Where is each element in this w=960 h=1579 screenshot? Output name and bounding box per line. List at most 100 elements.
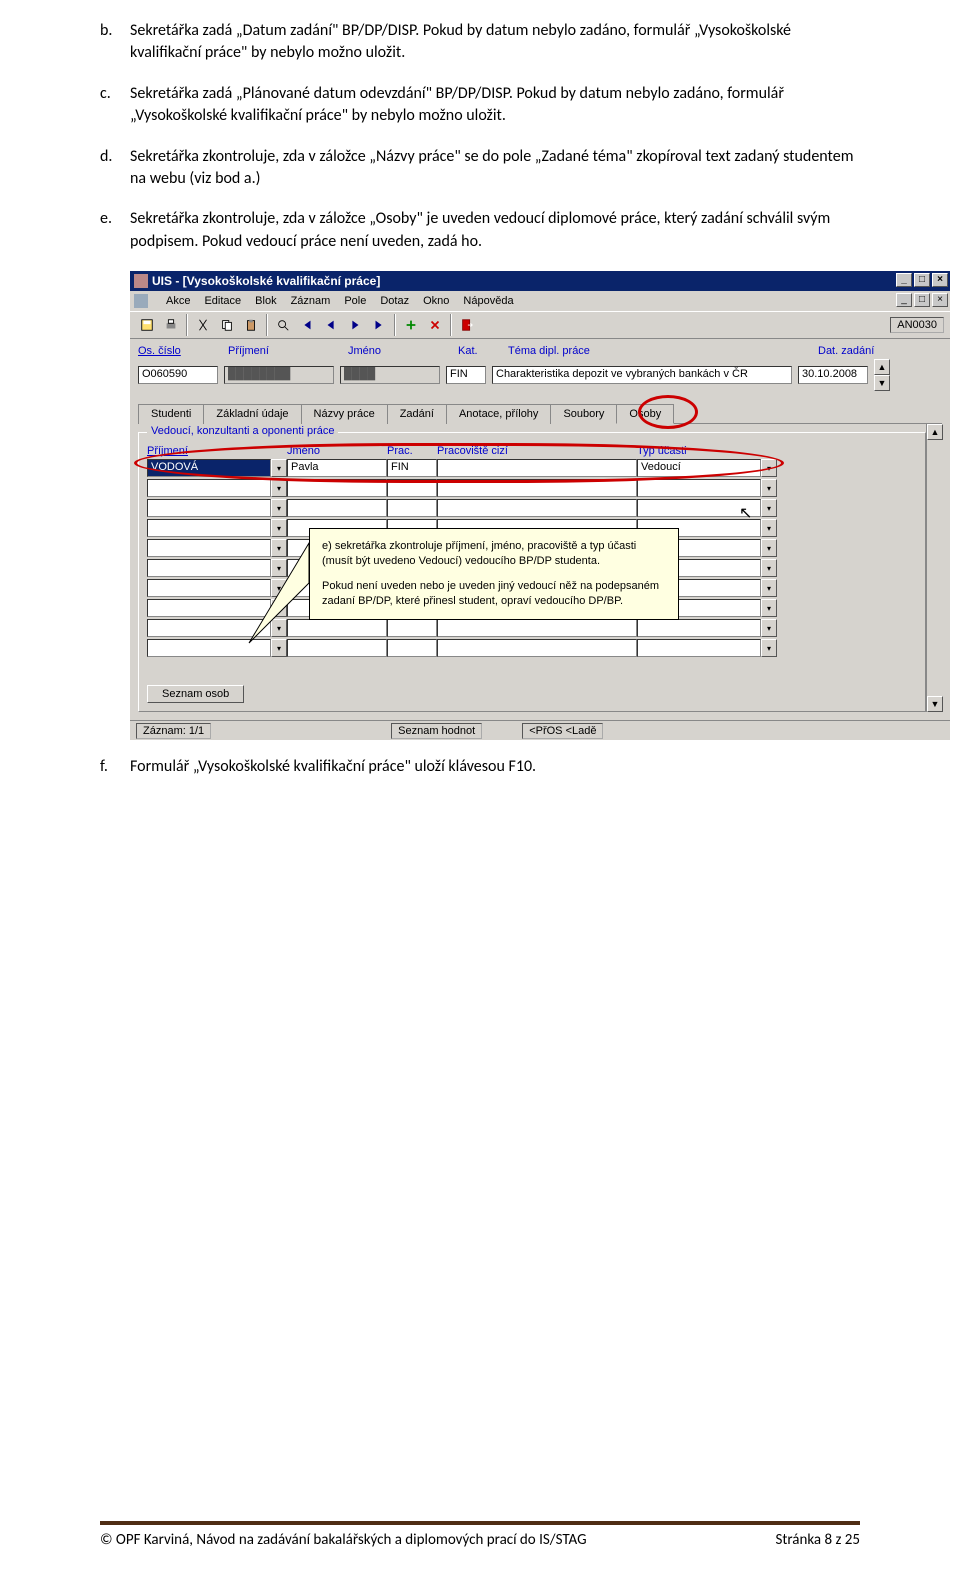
list-item-b: b. Sekretářka zadá „Datum zadání" BP/DP/… <box>100 20 860 65</box>
add-record-icon[interactable] <box>400 314 422 336</box>
prev-record-icon[interactable] <box>320 314 342 336</box>
dropdown-typ[interactable]: ▾ <box>761 459 777 477</box>
form-code: AN0030 <box>890 317 944 333</box>
status-mid: Seznam hodnot <box>391 723 482 739</box>
label-kat: Kat. <box>458 345 498 357</box>
statusbar: Záznam: 1/1 Seznam hodnot <PřOS <Ladě <box>130 720 950 740</box>
list-item-c: c. Sekretářka zadá „Plánované datum odev… <box>100 83 860 128</box>
text-e: Sekretářka zkontroluje, zda v záložce „O… <box>130 208 860 253</box>
label-tema: Téma dipl. práce <box>508 345 808 357</box>
group-title: Vedoucí, konzultanti a oponenti práce <box>147 425 338 437</box>
search-icon[interactable] <box>272 314 294 336</box>
data-row-empty: ▾▾ <box>147 479 917 497</box>
tab-soubory[interactable]: Soubory <box>550 404 617 424</box>
cell-pracoviste-cizi[interactable] <box>437 459 637 477</box>
minimize-button[interactable]: _ <box>896 273 912 287</box>
tab-anotace[interactable]: Anotace, přílohy <box>446 404 552 424</box>
inner-close-button[interactable]: × <box>932 293 948 307</box>
menu-pole[interactable]: Pole <box>344 295 366 307</box>
first-record-icon[interactable] <box>296 314 318 336</box>
field-os-cislo[interactable]: O060590 <box>138 366 218 384</box>
data-row-empty: ▾▾ <box>147 499 917 517</box>
tab-bar: Studenti Základní údaje Názvy práce Zadá… <box>138 403 942 424</box>
app-window: UIS - [Vysokoškolské kvalifikační práce]… <box>130 271 950 740</box>
text-f: Formulář „Vysokoškolské kvalifikační prá… <box>130 756 860 778</box>
column-headers: Příjmení Jméno Prac. Pracoviště cizí Typ… <box>147 445 917 457</box>
callout-text-1: e) sekretářka zkontroluje příjmení, jmén… <box>322 539 666 569</box>
data-row-empty: ▾▾ <box>147 619 917 637</box>
callout-box: e) sekretářka zkontroluje příjmení, jmén… <box>309 528 679 619</box>
dropdown-prijmeni[interactable]: ▾ <box>271 459 287 477</box>
paste-icon[interactable] <box>240 314 262 336</box>
marker-d: d. <box>100 146 130 191</box>
footer-right: Stránka 8 z 25 <box>775 1531 860 1549</box>
data-row-empty: ▾▾ <box>147 639 917 657</box>
status-right: <PřOS <Ladě <box>522 723 603 739</box>
menu-zaznam[interactable]: Záznam <box>291 295 331 307</box>
text-d: Sekretářka zkontroluje, zda v záložce „N… <box>130 146 860 191</box>
menu-okno[interactable]: Okno <box>423 295 449 307</box>
exit-icon[interactable] <box>456 314 478 336</box>
delete-record-icon[interactable] <box>424 314 446 336</box>
text-c: Sekretářka zadá „Plánované datum odevzdá… <box>130 83 860 128</box>
scroll-up-button[interactable]: ▲ <box>874 359 890 375</box>
highlight-osoby-tab <box>638 395 698 429</box>
menu-dotaz[interactable]: Dotaz <box>380 295 409 307</box>
cursor-icon: ↖ <box>739 503 752 523</box>
group-osoby: Vedoucí, konzultanti a oponenti práce Př… <box>138 432 926 712</box>
print-icon[interactable] <box>160 314 182 336</box>
label-jmeno: Jméno <box>348 345 448 357</box>
last-record-icon[interactable] <box>368 314 390 336</box>
cell-prijmeni[interactable]: VODOVÁ <box>147 459 271 477</box>
label-os-cislo: Os. číslo <box>138 345 218 357</box>
tab-zakladni-udaje[interactable]: Základní údaje <box>203 404 301 424</box>
list-item-e: e. Sekretářka zkontroluje, zda v záložce… <box>100 208 860 253</box>
inner-restore-button[interactable]: □ <box>914 293 930 307</box>
menu-akce[interactable]: Akce <box>166 295 190 307</box>
app-icon <box>134 274 148 288</box>
scroll-down-button[interactable]: ▼ <box>874 375 890 391</box>
tab-nazvy-prace[interactable]: Názvy práce <box>301 404 388 424</box>
marker-e: e. <box>100 208 130 253</box>
footer-left: © OPF Karviná, Návod na zadávání bakalář… <box>100 1531 587 1549</box>
text-b: Sekretářka zadá „Datum zadání" BP/DP/DIS… <box>130 20 860 65</box>
window-title: UIS - [Vysokoškolské kvalifikační práce] <box>152 274 380 288</box>
marker-c: c. <box>100 83 130 128</box>
field-kat[interactable]: FIN <box>446 366 486 384</box>
cut-icon[interactable] <box>192 314 214 336</box>
status-record: Záznam: 1/1 <box>136 723 211 739</box>
seznam-osob-button[interactable]: Seznam osob <box>147 685 244 703</box>
form-area: Os. číslo Příjmení Jméno Kat. Téma dipl.… <box>130 339 950 720</box>
inner-app-icon <box>134 294 148 308</box>
list-item-d: d. Sekretářka zkontroluje, zda v záložce… <box>100 146 860 191</box>
menu-napoveda[interactable]: Nápověda <box>463 295 513 307</box>
field-tema[interactable]: Charakteristika depozit ve vybraných ban… <box>492 366 792 384</box>
data-row-1: VODOVÁ ▾ Pavla FIN Vedoucí ▾ <box>147 459 917 477</box>
inner-minimize-button[interactable]: _ <box>896 293 912 307</box>
restore-button[interactable]: □ <box>914 273 930 287</box>
menu-editace[interactable]: Editace <box>204 295 241 307</box>
tab-studenti[interactable]: Studenti <box>138 404 204 424</box>
group-scrollbar[interactable]: ▲ ▼ <box>926 424 942 712</box>
scroll-up-icon[interactable]: ▲ <box>927 424 943 440</box>
cell-jmeno[interactable]: Pavla <box>287 459 387 477</box>
col-prijmeni: Příjmení <box>147 445 287 457</box>
menu-blok[interactable]: Blok <box>255 295 276 307</box>
col-prac: Prac. <box>387 445 437 457</box>
list-item-f: f. Formulář „Vysokoškolské kvalifikační … <box>100 756 860 778</box>
next-record-icon[interactable] <box>344 314 366 336</box>
field-labels: Os. číslo Příjmení Jméno Kat. Téma dipl.… <box>138 345 942 357</box>
toolbar: AN0030 <box>130 311 950 339</box>
tab-zadani[interactable]: Zadání <box>387 404 447 424</box>
field-dat-zadani[interactable]: 30.10.2008 <box>798 366 868 384</box>
col-pracoviste-cizi: Pracoviště cizí <box>437 445 637 457</box>
close-button[interactable]: × <box>932 273 948 287</box>
label-prijmeni: Příjmení <box>228 345 338 357</box>
scroll-down-icon[interactable]: ▼ <box>927 696 943 712</box>
cell-typ[interactable]: Vedoucí <box>637 459 761 477</box>
callout-text-2: Pokud není uveden nebo je uveden jiný ve… <box>322 579 666 609</box>
save-icon[interactable] <box>136 314 158 336</box>
marker-f: f. <box>100 756 130 778</box>
cell-prac[interactable]: FIN <box>387 459 437 477</box>
copy-icon[interactable] <box>216 314 238 336</box>
